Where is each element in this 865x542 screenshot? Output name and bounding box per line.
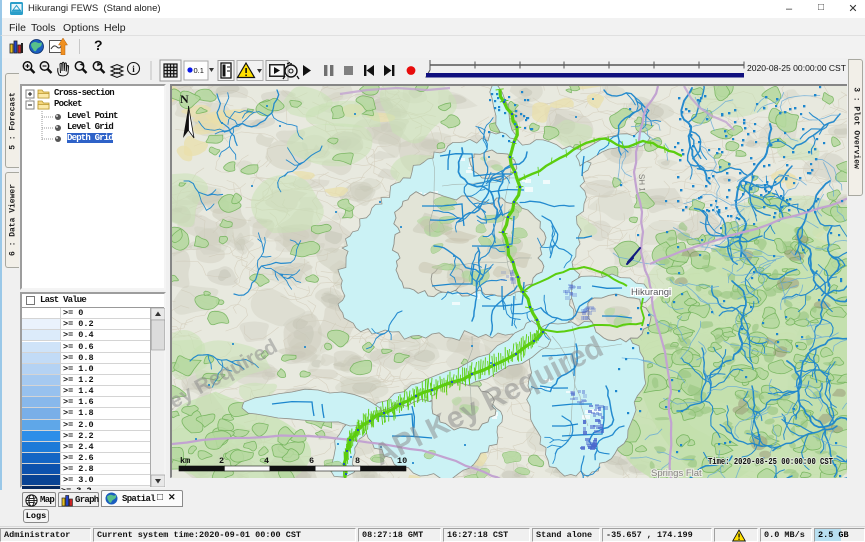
svg-text:4: 4 xyxy=(264,456,269,466)
svg-text:0.1: 0.1 xyxy=(194,66,204,75)
svg-text:2: 2 xyxy=(219,456,224,466)
svg-text:Hikurangi: Hikurangi xyxy=(631,287,671,298)
svg-text:N: N xyxy=(180,92,189,106)
svg-text:i: i xyxy=(132,64,135,74)
svg-text:SH 1: SH 1 xyxy=(637,174,647,193)
svg-text:km: km xyxy=(180,456,190,466)
svg-text:Time: 2020-08-25 00:00:00 CST: Time: 2020-08-25 00:00:00 CST xyxy=(708,457,833,467)
svg-text:6: 6 xyxy=(309,456,314,466)
svg-text:Springs Flat: Springs Flat xyxy=(651,468,702,478)
svg-text:8: 8 xyxy=(355,456,360,466)
svg-text:2020-08-25 00:00:00 CST: 2020-08-25 00:00:00 CST xyxy=(747,64,846,73)
svg-text:10: 10 xyxy=(397,456,407,466)
